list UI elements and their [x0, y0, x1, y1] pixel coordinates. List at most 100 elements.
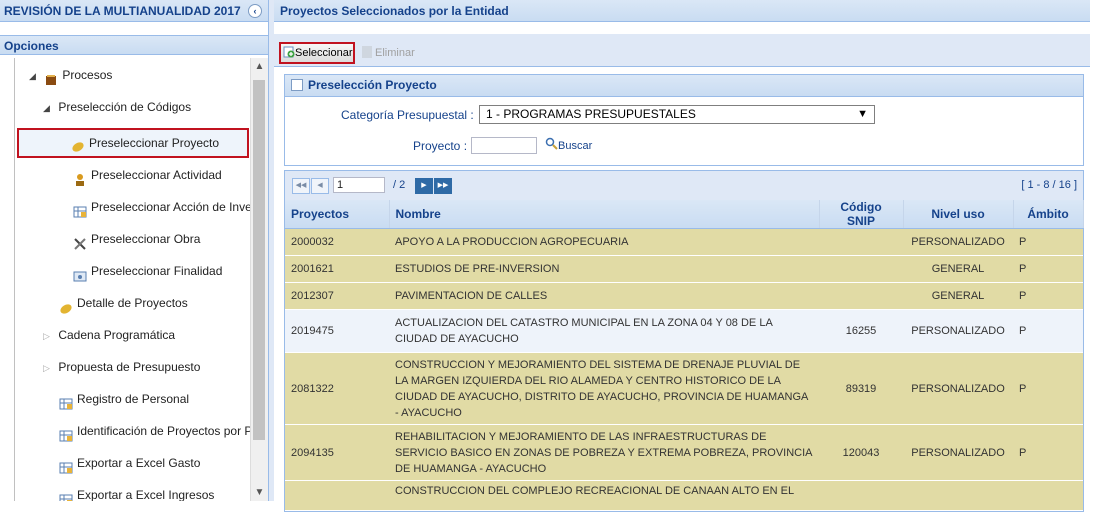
tree-item-procesos[interactable]: ◢ Procesos	[29, 60, 251, 90]
tree-item-preseleccionar-finalidad[interactable]: Preseleccionar Finalidad	[73, 256, 251, 286]
table-row[interactable]: 2012307 PAVIMENTACION DE CALLES GENERAL …	[285, 282, 1083, 310]
cell-ambito: P	[1013, 228, 1083, 256]
main-panel: Proyectos Seleccionados por la Entidad S…	[274, 0, 1090, 512]
seleccionar-button[interactable]: Seleccionar	[279, 42, 355, 64]
column-header[interactable]: Código SNIP	[819, 200, 904, 229]
cell-snip: 120043	[819, 424, 903, 481]
tree-item-exportar-ingresos[interactable]: Exportar a Excel Ingresos	[59, 480, 251, 501]
tree-item-preseleccionar-actividad[interactable]: Preseleccionar Actividad	[73, 160, 251, 190]
scroll-up-icon[interactable]: ▲	[251, 58, 268, 75]
table-row[interactable]: 2094135 REHABILITACION Y MEJORAMIENTO DE…	[285, 424, 1083, 481]
cell-proyecto: 2001621	[285, 255, 389, 283]
tree-item-exportar-gasto[interactable]: Exportar a Excel Gasto	[59, 448, 251, 478]
cell-proyecto: 2019475	[285, 309, 389, 353]
search-icon	[545, 137, 558, 153]
grid-header: Proyectos Nombre Código SNIP Nivel uso Á…	[285, 200, 1084, 229]
tree-label: Cadena Programática	[58, 328, 176, 342]
column-header[interactable]: Nivel uso	[903, 200, 1014, 229]
page-number-input[interactable]: 1	[333, 177, 385, 193]
cell-ambito: P	[1013, 282, 1083, 310]
tree-item-preseleccionar-accion[interactable]: Preseleccionar Acción de Inversi	[73, 192, 251, 222]
page-count: / 2	[393, 179, 406, 191]
leaf-icon	[59, 296, 73, 314]
table-row[interactable]: 2000032 APOYO A LA PRODUCCION AGROPECUAR…	[285, 228, 1083, 256]
cell-nivel: GENERAL	[903, 255, 1013, 283]
cell-nivel: GENERAL	[903, 282, 1013, 310]
proyecto-input[interactable]	[471, 137, 537, 154]
tree-scrollbar[interactable]: ▲ ▼	[250, 58, 268, 501]
cell-nivel: PERSONALIZADO	[903, 228, 1013, 256]
record-range: [ 1 - 8 / 16 ]	[1021, 179, 1077, 191]
tree-item-identificacion-proyectos[interactable]: Identificación de Proyectos por Prod	[59, 416, 251, 446]
cell-nombre: ESTUDIOS DE PRE-INVERSION	[389, 255, 819, 283]
tree-label: Preselección de Códigos	[58, 100, 192, 114]
tree-item-propuesta-presupuesto[interactable]: ▷ Propuesta de Presupuesto	[43, 352, 251, 382]
tools-icon	[73, 232, 87, 250]
preseleccion-title: Preselección Proyecto	[308, 78, 437, 92]
panel-collapse-icon[interactable]	[291, 78, 303, 91]
tree-item-preseleccion-codigos[interactable]: ◢ Preselección de Códigos	[43, 92, 251, 122]
tree-item-detalle-proyectos[interactable]: Detalle de Proyectos	[59, 288, 251, 318]
cell-nombre: REHABILITACION Y MEJORAMIENTO DE LAS INF…	[389, 424, 819, 481]
seleccionar-label: Seleccionar	[295, 47, 353, 59]
cell-nombre: CONSTRUCCION Y MEJORAMIENTO DEL SISTEMA …	[389, 352, 819, 425]
first-page-icon[interactable]: ◀◀	[292, 178, 310, 194]
column-header[interactable]: Nombre	[389, 200, 820, 229]
tree-label: Exportar a Excel Ingresos	[77, 488, 215, 501]
tree-label: Propuesta de Presupuesto	[58, 360, 201, 374]
tree-item-registro-personal[interactable]: Registro de Personal	[59, 384, 251, 414]
panel-title: REVISIÓN DE LA MULTIANUALIDAD 2017 ‹	[0, 0, 268, 22]
cell-proyecto	[285, 480, 389, 511]
book-icon	[44, 68, 58, 85]
tree-label: Exportar a Excel Gasto	[77, 456, 201, 470]
chevron-down-icon[interactable]: ▼	[857, 106, 868, 123]
table-row[interactable]: 2019475 ACTUALIZACION DEL CATASTRO MUNIC…	[285, 309, 1083, 353]
cell-snip	[819, 255, 903, 283]
toolbar: Seleccionar Eliminar	[274, 34, 1090, 67]
eliminar-button[interactable]: Eliminar	[362, 42, 415, 64]
collapse-triangle-icon[interactable]: ◢	[43, 93, 55, 122]
projects-grid: Proyectos Nombre Código SNIP Nivel uso Á…	[284, 200, 1084, 512]
categoria-select[interactable]: 1 - PROGRAMAS PRESUPUESTALES ▼	[479, 105, 875, 124]
cell-nombre: APOYO A LA PRODUCCION AGROPECUARIA	[389, 228, 819, 256]
expand-triangle-icon[interactable]: ▷	[43, 321, 55, 350]
categoria-label: Categoría Presupuestal :	[341, 108, 474, 122]
table-row[interactable]: 2001621 ESTUDIOS DE PRE-INVERSION GENERA…	[285, 255, 1083, 283]
cell-snip	[819, 228, 903, 256]
tree-item-preseleccionar-obra[interactable]: Preseleccionar Obra	[73, 224, 251, 254]
cell-nivel: PERSONALIZADO	[903, 352, 1013, 425]
proyecto-label: Proyecto :	[413, 139, 468, 153]
cell-ambito	[1013, 480, 1083, 511]
cell-proyecto: 2012307	[285, 282, 389, 310]
tree-label: Procesos	[62, 68, 113, 82]
opciones-header: Opciones	[0, 35, 268, 55]
column-header[interactable]: Ámbito	[1013, 200, 1084, 229]
table-row[interactable]: CONSTRUCCION DEL COMPLEJO RECREACIONAL D…	[285, 480, 1083, 511]
cell-ambito: P	[1013, 255, 1083, 283]
tree-item-preseleccionar-proyecto[interactable]: Preseleccionar Proyecto	[17, 128, 249, 158]
cell-snip	[819, 480, 903, 511]
scroll-down-icon[interactable]: ▼	[251, 484, 268, 501]
panel-title-text: REVISIÓN DE LA MULTIANUALIDAD 2017	[4, 4, 241, 18]
table-icon	[59, 424, 73, 442]
collapse-icon[interactable]: ‹	[248, 4, 262, 18]
buscar-label: Buscar	[558, 139, 593, 152]
last-page-icon[interactable]: ▶▶	[434, 178, 452, 194]
buscar-button[interactable]: Buscar	[545, 137, 593, 153]
cell-ambito: P	[1013, 352, 1083, 425]
next-page-icon[interactable]: ▶	[415, 178, 433, 194]
cell-proyecto: 2094135	[285, 424, 389, 481]
scrollbar-thumb[interactable]	[253, 80, 265, 440]
leaf-icon	[71, 136, 85, 152]
collapse-triangle-icon[interactable]: ◢	[29, 61, 41, 90]
cell-proyecto: 2000032	[285, 228, 389, 256]
tree-label: Preseleccionar Proyecto	[89, 136, 220, 150]
tree-label: Preseleccionar Obra	[91, 232, 201, 246]
table-row[interactable]: 2081322 CONSTRUCCION Y MEJORAMIENTO DEL …	[285, 352, 1083, 425]
prev-page-icon[interactable]: ◀	[311, 178, 329, 194]
column-header[interactable]: Proyectos	[285, 200, 390, 229]
tree-label: Detalle de Proyectos	[77, 296, 188, 310]
tree-item-cadena-programatica[interactable]: ▷ Cadena Programática	[43, 320, 251, 350]
preseleccion-panel: Preselección Proyecto Categoría Presupue…	[284, 74, 1084, 166]
expand-triangle-icon[interactable]: ▷	[43, 353, 55, 382]
